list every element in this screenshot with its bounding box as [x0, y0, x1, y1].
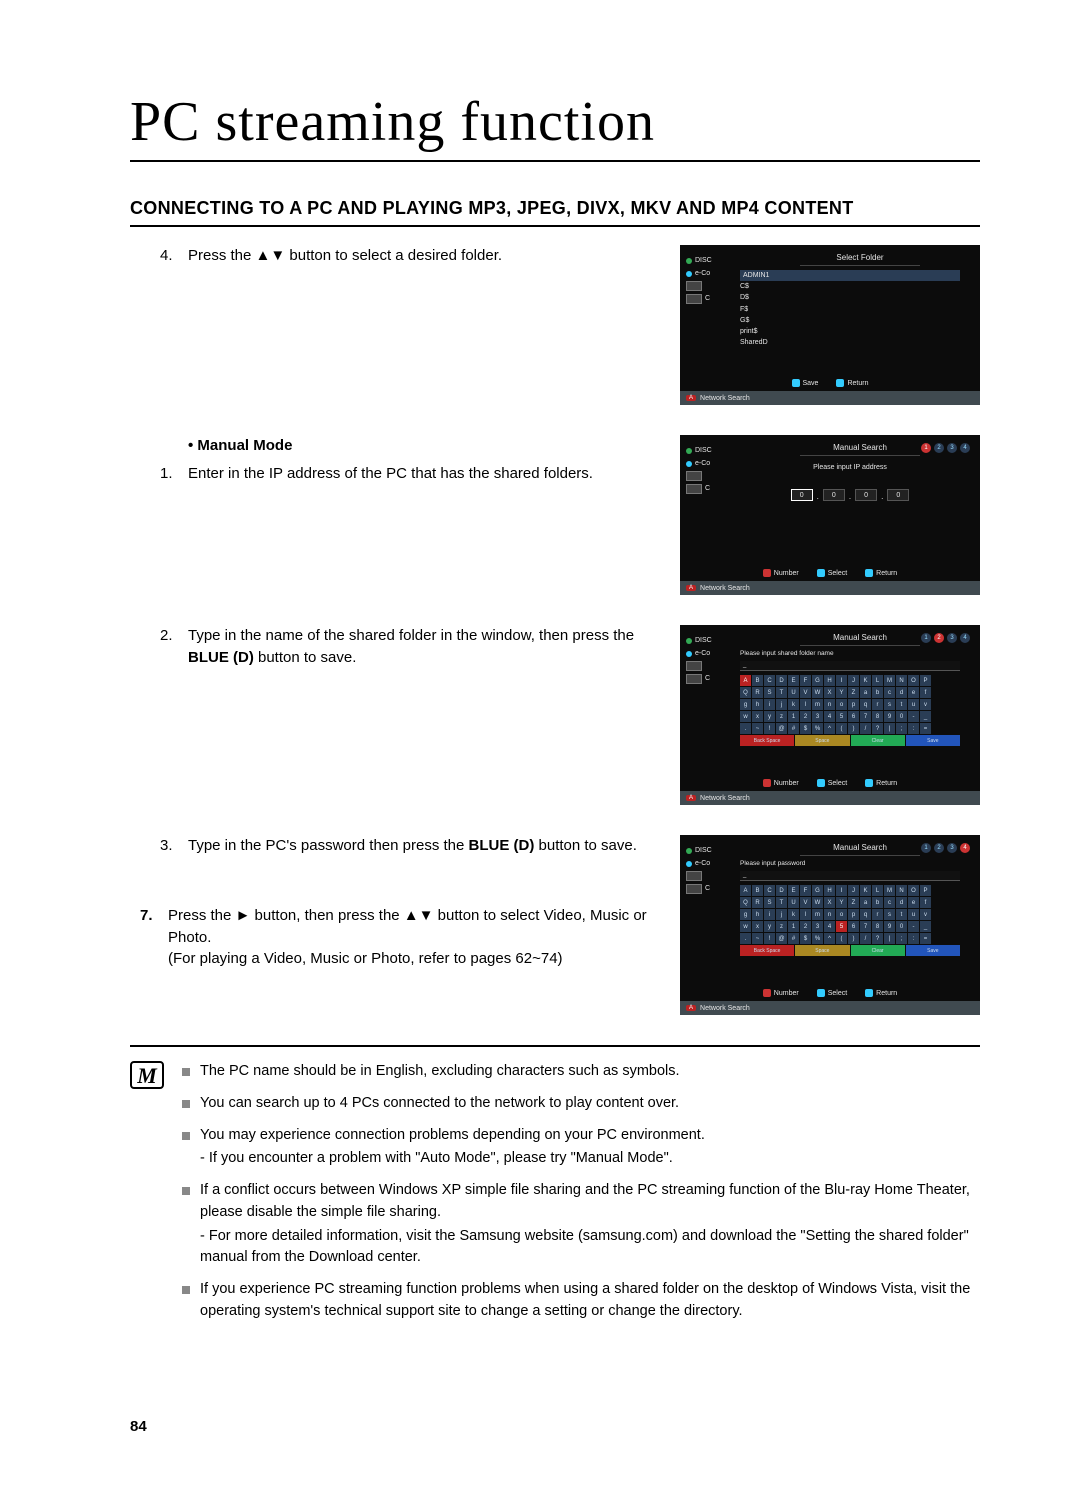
manual-step-3: 3. Type in the PC's password then press … — [130, 835, 660, 857]
note-item: You can search up to 4 PCs connected to … — [182, 1093, 980, 1115]
screenshot-folder-name: 1 2 3 4 DISC e-Co C Manual Search Please… — [680, 625, 980, 805]
manual-mode-label: • Manual Mode — [130, 435, 660, 457]
step-text: Type in the name of the shared folder in… — [188, 625, 660, 669]
screenshot-select-folder: DISC e-Co C Select Folder ADMIN1 C$ D$ F… — [680, 245, 980, 405]
note-icon: M — [130, 1061, 164, 1089]
step-text: Press the ▲▼ button to select a desired … — [188, 245, 660, 267]
section-heading: CONNECTING TO A PC AND PLAYING MP3, JPEG… — [130, 198, 980, 227]
notes-list: The PC name should be in English, exclud… — [182, 1061, 980, 1333]
page-number: 84 — [130, 1418, 147, 1435]
folder-list: ADMIN1 C$ D$ F$ G$ print$ SharedD — [740, 270, 960, 348]
step-number: 7. — [140, 905, 168, 970]
shot-sidebar: DISC e-Co C — [686, 255, 736, 307]
step-7: 7. Press the ► button, then press the ▲▼… — [130, 905, 660, 970]
step-4: 4. Press the ▲▼ button to select a desir… — [130, 245, 660, 267]
shot-title: Select Folder — [800, 253, 920, 266]
note-item: The PC name should be in English, exclud… — [182, 1061, 980, 1083]
screenshot-password: 1 2 3 4 DISC e-Co C Manual Search Please… — [680, 835, 980, 1015]
note-item: If a conflict occurs between Windows XP … — [182, 1180, 980, 1269]
note-item: You may experience connection problems d… — [182, 1125, 980, 1171]
step-number: 2. — [160, 625, 188, 669]
page-title: PC streaming function — [130, 90, 980, 162]
notes-block: M The PC name should be in English, excl… — [130, 1045, 980, 1333]
step-text: Press the ► button, then press the ▲▼ bu… — [168, 905, 660, 970]
step-number: 1. — [160, 463, 188, 485]
screenshot-ip-input: 1 2 3 4 DISC e-Co C Manual Search Please… — [680, 435, 980, 595]
note-item: If you experience PC streaming function … — [182, 1279, 980, 1323]
step-number: 4. — [160, 245, 188, 267]
step-text: Enter in the IP address of the PC that h… — [188, 463, 660, 485]
manual-step-1: 1. Enter in the IP address of the PC tha… — [130, 463, 660, 485]
step-number: 3. — [160, 835, 188, 857]
step-text: Type in the PC's password then press the… — [188, 835, 660, 857]
manual-step-2: 2. Type in the name of the shared folder… — [130, 625, 660, 669]
